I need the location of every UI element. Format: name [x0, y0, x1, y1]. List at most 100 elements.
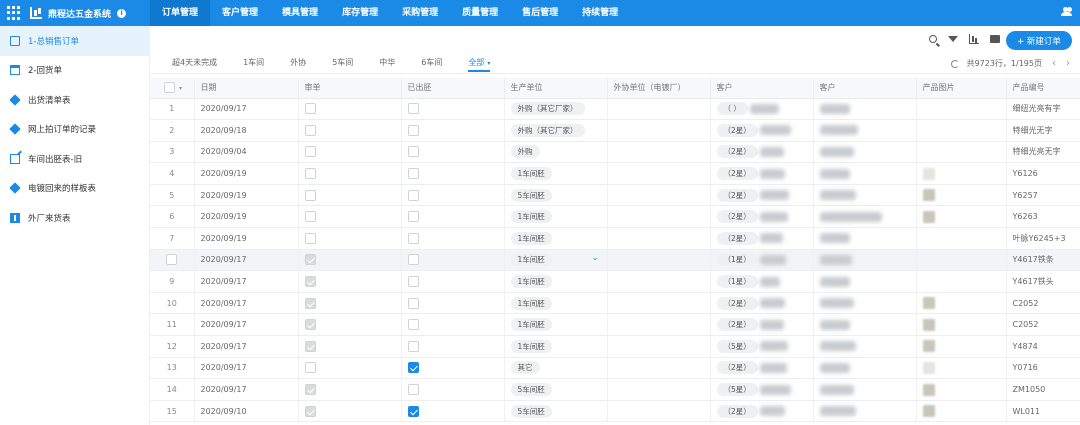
table-row[interactable]: 2020/09/17 1车间胚 ⌄ （1星） Y4617铁条 [150, 249, 1080, 272]
out-checkbox[interactable] [407, 276, 419, 288]
column-header[interactable]: 客户 [813, 78, 917, 99]
nav-item[interactable]: 订单管理 [150, 0, 211, 26]
column-header[interactable]: 生产单位 [504, 78, 608, 99]
audit-checkbox[interactable] [304, 232, 316, 244]
sidebar-item[interactable]: 外厂来货表 [0, 203, 149, 233]
column-header[interactable]: 审单 [298, 78, 402, 99]
column-header[interactable]: 产品编号 [1006, 78, 1080, 99]
unit-cell[interactable]: 1车间胚 [504, 162, 608, 185]
filter-icon[interactable] [948, 36, 958, 42]
chevron-down-icon[interactable]: ⌄ [592, 253, 599, 262]
prev-page-icon[interactable]: ‹ [1052, 58, 1056, 69]
column-header[interactable]: 产品图片 [916, 78, 1007, 99]
out-checkbox[interactable] [407, 319, 419, 331]
tab[interactable]: 5车间 [332, 54, 353, 72]
out-checkbox[interactable] [407, 189, 419, 201]
next-page-icon[interactable]: › [1066, 58, 1070, 69]
info-icon[interactable]: i [117, 8, 127, 18]
column-header[interactable]: 客户 [710, 78, 814, 99]
users-icon[interactable] [1060, 7, 1072, 17]
out-checkbox[interactable] [407, 340, 419, 352]
sidebar-item[interactable]: 2-回货单 [0, 56, 149, 86]
unit-cell[interactable]: 外购（其它厂家） [504, 98, 608, 121]
unit-cell[interactable]: 其它 [504, 357, 608, 380]
row-checkbox[interactable] [166, 254, 178, 266]
search-icon[interactable] [929, 35, 937, 43]
table-row[interactable]: 6 2020/09/19 1车间胚 （2星） Y6263 [150, 205, 1080, 229]
audit-checkbox[interactable] [304, 254, 316, 266]
unit-cell[interactable]: 1车间胚 [504, 313, 608, 337]
product-image[interactable] [922, 297, 935, 310]
out-checkbox[interactable] [407, 103, 419, 115]
audit-checkbox[interactable] [304, 340, 316, 352]
refresh-icon[interactable] [950, 59, 959, 68]
sidebar-item[interactable]: 出货清单表 [0, 85, 149, 115]
table-row[interactable]: 2 2020/09/18 外购（其它厂家） （2星） 特细光无字 [150, 119, 1080, 142]
audit-checkbox[interactable] [304, 168, 316, 180]
nav-item[interactable]: 持续管理 [570, 0, 630, 26]
nav-item[interactable]: 模具管理 [270, 0, 330, 26]
app-grid-icon[interactable] [7, 6, 21, 20]
table-row[interactable]: 14 2020/09/17 5车间胚 （5星） ZM1050 [150, 378, 1080, 401]
nav-item[interactable]: 库存管理 [330, 0, 390, 26]
unit-cell[interactable]: 外购（其它厂家） [504, 119, 608, 142]
product-image[interactable] [922, 405, 935, 418]
unit-cell[interactable]: 5车间胚 [504, 184, 608, 207]
product-image[interactable] [922, 340, 935, 353]
tab[interactable]: 1车间 [243, 54, 264, 72]
audit-checkbox[interactable] [304, 146, 316, 158]
nav-item[interactable]: 质量管理 [450, 0, 510, 26]
unit-cell[interactable]: 1车间胚 [504, 335, 608, 358]
out-checkbox[interactable] [407, 124, 419, 136]
unit-cell[interactable]: 1车间胚 [504, 292, 608, 315]
audit-checkbox[interactable] [304, 211, 316, 223]
message-icon[interactable] [990, 35, 1000, 43]
table-row[interactable]: 7 2020/09/19 1车间胚 （2星） 叶脉Y6245+3 [150, 227, 1080, 250]
tab[interactable]: 6车间 [421, 54, 442, 72]
product-image[interactable] [922, 361, 935, 374]
column-header[interactable]: 已出胚 [401, 78, 505, 99]
audit-checkbox[interactable] [304, 384, 316, 396]
column-header[interactable]: 外协单位（电镀厂） [607, 78, 711, 99]
table-row[interactable]: 13 2020/09/17 其它 （2星） Y0716 [150, 357, 1080, 380]
sidebar-item[interactable]: 电镀回来的样板表 [0, 174, 149, 204]
out-checkbox[interactable] [407, 146, 419, 158]
unit-cell[interactable]: 外购 [504, 141, 608, 164]
unit-cell[interactable]: 1车间胚 [504, 270, 608, 293]
table-row[interactable]: 12 2020/09/17 1车间胚 （5星） Y4874 [150, 335, 1080, 358]
sidebar-item[interactable]: 1-总销售订单 [0, 26, 149, 56]
audit-checkbox[interactable] [304, 362, 316, 374]
select-all-checkbox[interactable] [164, 82, 175, 94]
nav-item[interactable]: 客户管理 [210, 0, 270, 26]
table-row[interactable]: 15 2020/09/10 5车间胚 （2星） WL011 [150, 400, 1080, 423]
out-checkbox[interactable] [407, 297, 419, 309]
tab[interactable]: 外协 [290, 54, 306, 72]
sidebar-item[interactable]: 车间出胚表-旧 [0, 144, 149, 174]
out-checkbox[interactable] [407, 405, 419, 417]
tab[interactable]: 中华 [379, 54, 395, 72]
out-checkbox[interactable] [407, 362, 419, 374]
table-row[interactable]: 1 2020/09/17 外购（其它厂家） （ ） 细纽光亮有字 [150, 98, 1080, 121]
audit-checkbox[interactable] [304, 319, 316, 331]
audit-checkbox[interactable] [304, 124, 316, 136]
out-checkbox[interactable] [407, 211, 419, 223]
audit-checkbox[interactable] [304, 103, 316, 115]
nav-item[interactable]: 采购管理 [390, 0, 450, 26]
tab[interactable]: 超4天未完成 [172, 54, 217, 72]
new-order-button[interactable]: + 新建订单 [1006, 31, 1072, 50]
audit-checkbox[interactable] [304, 405, 316, 417]
unit-cell[interactable]: 1车间胚 [504, 205, 608, 229]
table-row[interactable]: 10 2020/09/17 1车间胚 （2星） C2052 [150, 292, 1080, 315]
product-image[interactable] [922, 383, 935, 396]
table-row[interactable]: 11 2020/09/17 1车间胚 （2星） C2052 [150, 313, 1080, 337]
sidebar-item[interactable]: 网上拍订单的记录 [0, 115, 149, 145]
table-row[interactable]: 5 2020/09/19 5车间胚 （2星） Y6257 [150, 184, 1080, 207]
product-image[interactable] [922, 189, 935, 202]
audit-checkbox[interactable] [304, 297, 316, 309]
chart-icon[interactable] [969, 34, 979, 44]
column-header[interactable]: 日期 [194, 78, 299, 99]
out-checkbox[interactable] [407, 384, 419, 396]
product-image[interactable] [922, 318, 935, 331]
unit-cell[interactable]: 5车间胚 [504, 378, 608, 401]
tab[interactable]: 全部 ▾ [468, 54, 491, 72]
